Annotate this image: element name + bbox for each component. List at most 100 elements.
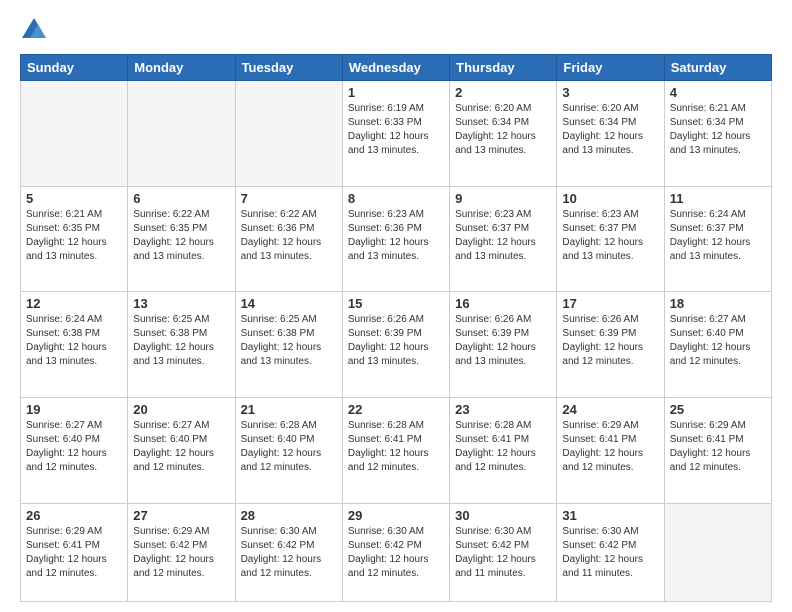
day-cell bbox=[128, 81, 235, 187]
day-number: 13 bbox=[133, 296, 229, 311]
week-row-3: 12Sunrise: 6:24 AM Sunset: 6:38 PM Dayli… bbox=[21, 292, 772, 398]
day-number: 8 bbox=[348, 191, 444, 206]
day-number: 3 bbox=[562, 85, 658, 100]
day-info: Sunrise: 6:22 AM Sunset: 6:36 PM Dayligh… bbox=[241, 208, 337, 264]
day-cell: 18 Sunrise: 6:27 AM Sunset: 6:40 PM Dayli… bbox=[664, 292, 771, 398]
day-cell: 14Sunrise: 6:25 AM Sunset: 6:38 PM Dayli… bbox=[235, 292, 342, 398]
day-cell: 13 Sunrise: 6:25 AM Sunset: 6:38 PM Dayli… bbox=[128, 292, 235, 398]
day-info: Sunrise: 6:20 AM Sunset: 6:34 PM Dayligh… bbox=[455, 102, 551, 158]
day-info: Sunrise: 6:29 AM Sunset: 6:41 PM Dayligh… bbox=[26, 525, 122, 581]
day-info: Sunrise: 6:28 AM Sunset: 6:40 PM Dayligh… bbox=[241, 419, 337, 475]
logo-icon bbox=[20, 16, 48, 44]
day-info: Sunrise: 6:27 AM Sunset: 6:40 PM Dayligh… bbox=[133, 419, 229, 475]
day-info: Sunrise: 6:30 AM Sunset: 6:42 PM Dayligh… bbox=[562, 525, 658, 581]
day-number: 23 bbox=[455, 402, 551, 417]
calendar-table: SundayMondayTuesdayWednesdayThursdayFrid… bbox=[20, 54, 772, 602]
day-info: Sunrise: 6:24 AM Sunset: 6:37 PM Dayligh… bbox=[670, 208, 766, 264]
day-cell: 7 Sunrise: 6:22 AM Sunset: 6:36 PM Daylig… bbox=[235, 186, 342, 292]
day-number: 18 bbox=[670, 296, 766, 311]
day-cell: 8 Sunrise: 6:23 AM Sunset: 6:36 PM Daylig… bbox=[342, 186, 449, 292]
weekday-monday: Monday bbox=[128, 55, 235, 81]
day-cell: 4 Sunrise: 6:21 AM Sunset: 6:34 PM Daylig… bbox=[664, 81, 771, 187]
page: SundayMondayTuesdayWednesdayThursdayFrid… bbox=[0, 0, 792, 612]
day-cell: 19Sunrise: 6:27 AM Sunset: 6:40 PM Dayli… bbox=[21, 397, 128, 503]
week-row-2: 5Sunrise: 6:21 AM Sunset: 6:35 PM Daylig… bbox=[21, 186, 772, 292]
day-info: Sunrise: 6:24 AM Sunset: 6:38 PM Dayligh… bbox=[26, 313, 122, 369]
weekday-wednesday: Wednesday bbox=[342, 55, 449, 81]
weekday-thursday: Thursday bbox=[450, 55, 557, 81]
day-cell: 10 Sunrise: 6:23 AM Sunset: 6:37 PM Dayli… bbox=[557, 186, 664, 292]
day-cell bbox=[21, 81, 128, 187]
day-cell: 31 Sunrise: 6:30 AM Sunset: 6:42 PM Dayli… bbox=[557, 503, 664, 602]
day-cell bbox=[664, 503, 771, 602]
day-cell: 1Sunrise: 6:19 AM Sunset: 6:33 PM Daylig… bbox=[342, 81, 449, 187]
day-number: 17 bbox=[562, 296, 658, 311]
day-cell: 25 Sunrise: 6:29 AM Sunset: 6:41 PM Dayli… bbox=[664, 397, 771, 503]
day-cell: 21 Sunrise: 6:28 AM Sunset: 6:40 PM Dayli… bbox=[235, 397, 342, 503]
day-number: 4 bbox=[670, 85, 766, 100]
day-info: Sunrise: 6:25 AM Sunset: 6:38 PM Dayligh… bbox=[133, 313, 229, 369]
day-cell: 20 Sunrise: 6:27 AM Sunset: 6:40 PM Dayli… bbox=[128, 397, 235, 503]
day-info: Sunrise: 6:28 AM Sunset: 6:41 PM Dayligh… bbox=[348, 419, 444, 475]
day-cell: 17 Sunrise: 6:26 AM Sunset: 6:39 PM Dayli… bbox=[557, 292, 664, 398]
day-number: 7 bbox=[241, 191, 337, 206]
day-info: Sunrise: 6:20 AM Sunset: 6:34 PM Dayligh… bbox=[562, 102, 658, 158]
day-info: Sunrise: 6:21 AM Sunset: 6:34 PM Dayligh… bbox=[670, 102, 766, 158]
day-cell: 30Sunrise: 6:30 AM Sunset: 6:42 PM Dayli… bbox=[450, 503, 557, 602]
weekday-saturday: Saturday bbox=[664, 55, 771, 81]
day-info: Sunrise: 6:29 AM Sunset: 6:41 PM Dayligh… bbox=[562, 419, 658, 475]
day-cell: 5Sunrise: 6:21 AM Sunset: 6:35 PM Daylig… bbox=[21, 186, 128, 292]
day-number: 28 bbox=[241, 508, 337, 523]
week-row-4: 19Sunrise: 6:27 AM Sunset: 6:40 PM Dayli… bbox=[21, 397, 772, 503]
day-number: 11 bbox=[670, 191, 766, 206]
header bbox=[20, 16, 772, 44]
day-number: 27 bbox=[133, 508, 229, 523]
day-cell: 3 Sunrise: 6:20 AM Sunset: 6:34 PM Daylig… bbox=[557, 81, 664, 187]
day-cell: 24 Sunrise: 6:29 AM Sunset: 6:41 PM Dayli… bbox=[557, 397, 664, 503]
day-number: 5 bbox=[26, 191, 122, 206]
day-number: 10 bbox=[562, 191, 658, 206]
day-info: Sunrise: 6:27 AM Sunset: 6:40 PM Dayligh… bbox=[670, 313, 766, 369]
day-info: Sunrise: 6:28 AM Sunset: 6:41 PM Dayligh… bbox=[455, 419, 551, 475]
day-number: 1 bbox=[348, 85, 444, 100]
day-info: Sunrise: 6:22 AM Sunset: 6:35 PM Dayligh… bbox=[133, 208, 229, 264]
day-info: Sunrise: 6:26 AM Sunset: 6:39 PM Dayligh… bbox=[562, 313, 658, 369]
day-number: 26 bbox=[26, 508, 122, 523]
day-cell: 28 Sunrise: 6:30 AM Sunset: 6:42 PM Dayli… bbox=[235, 503, 342, 602]
day-info: Sunrise: 6:23 AM Sunset: 6:37 PM Dayligh… bbox=[455, 208, 551, 264]
day-info: Sunrise: 6:27 AM Sunset: 6:40 PM Dayligh… bbox=[26, 419, 122, 475]
day-cell: 22Sunrise: 6:28 AM Sunset: 6:41 PM Dayli… bbox=[342, 397, 449, 503]
day-info: Sunrise: 6:25 AM Sunset: 6:38 PM Dayligh… bbox=[241, 313, 337, 369]
day-cell: 2 Sunrise: 6:20 AM Sunset: 6:34 PM Daylig… bbox=[450, 81, 557, 187]
day-info: Sunrise: 6:23 AM Sunset: 6:36 PM Dayligh… bbox=[348, 208, 444, 264]
weekday-header-row: SundayMondayTuesdayWednesdayThursdayFrid… bbox=[21, 55, 772, 81]
day-cell bbox=[235, 81, 342, 187]
day-number: 16 bbox=[455, 296, 551, 311]
weekday-friday: Friday bbox=[557, 55, 664, 81]
day-info: Sunrise: 6:23 AM Sunset: 6:37 PM Dayligh… bbox=[562, 208, 658, 264]
day-number: 6 bbox=[133, 191, 229, 206]
day-info: Sunrise: 6:30 AM Sunset: 6:42 PM Dayligh… bbox=[241, 525, 337, 581]
day-number: 20 bbox=[133, 402, 229, 417]
day-number: 21 bbox=[241, 402, 337, 417]
day-cell: 15Sunrise: 6:26 AM Sunset: 6:39 PM Dayli… bbox=[342, 292, 449, 398]
day-number: 25 bbox=[670, 402, 766, 417]
day-cell: 16Sunrise: 6:26 AM Sunset: 6:39 PM Dayli… bbox=[450, 292, 557, 398]
day-number: 24 bbox=[562, 402, 658, 417]
day-info: Sunrise: 6:29 AM Sunset: 6:41 PM Dayligh… bbox=[670, 419, 766, 475]
day-info: Sunrise: 6:29 AM Sunset: 6:42 PM Dayligh… bbox=[133, 525, 229, 581]
day-cell: 12Sunrise: 6:24 AM Sunset: 6:38 PM Dayli… bbox=[21, 292, 128, 398]
day-number: 29 bbox=[348, 508, 444, 523]
day-cell: 6 Sunrise: 6:22 AM Sunset: 6:35 PM Daylig… bbox=[128, 186, 235, 292]
day-number: 30 bbox=[455, 508, 551, 523]
day-number: 31 bbox=[562, 508, 658, 523]
day-cell: 27 Sunrise: 6:29 AM Sunset: 6:42 PM Dayli… bbox=[128, 503, 235, 602]
day-cell: 23 Sunrise: 6:28 AM Sunset: 6:41 PM Dayli… bbox=[450, 397, 557, 503]
week-row-1: 1Sunrise: 6:19 AM Sunset: 6:33 PM Daylig… bbox=[21, 81, 772, 187]
weekday-sunday: Sunday bbox=[21, 55, 128, 81]
logo bbox=[20, 16, 52, 44]
day-cell: 9 Sunrise: 6:23 AM Sunset: 6:37 PM Daylig… bbox=[450, 186, 557, 292]
day-cell: 26 Sunrise: 6:29 AM Sunset: 6:41 PM Dayli… bbox=[21, 503, 128, 602]
day-number: 9 bbox=[455, 191, 551, 206]
day-number: 2 bbox=[455, 85, 551, 100]
